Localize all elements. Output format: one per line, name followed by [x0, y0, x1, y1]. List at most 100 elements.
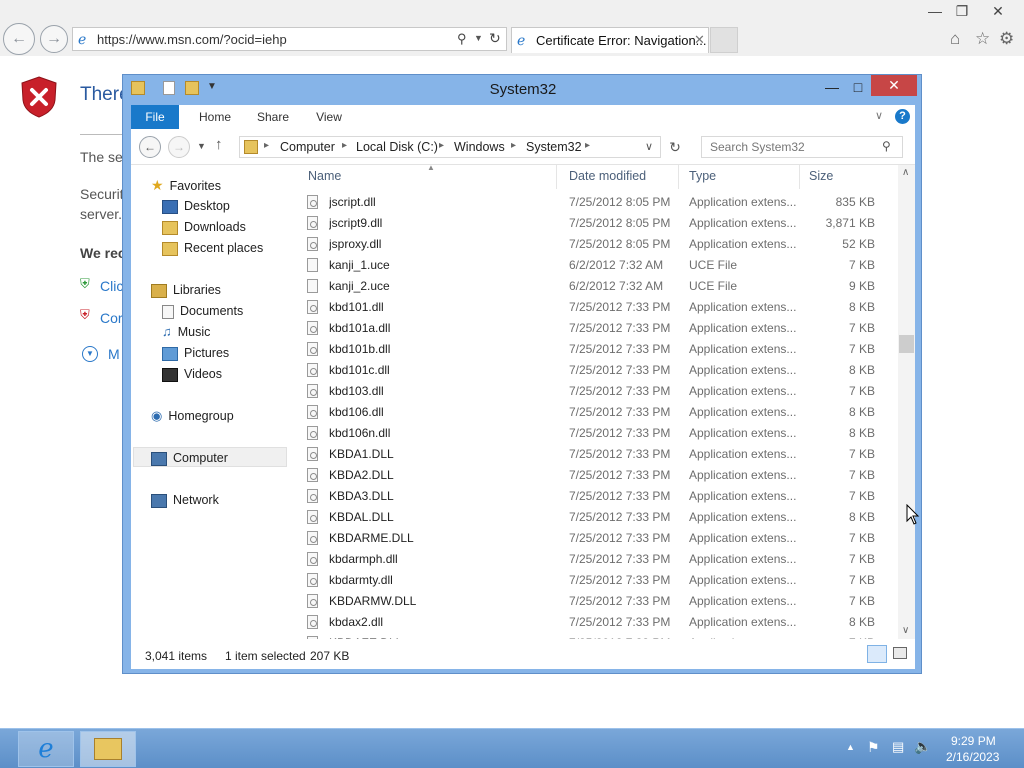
chevron-right-icon[interactable]: ▸	[342, 140, 347, 151]
table-row[interactable]: jsproxy.dll 7/25/2012 8:05 PM Application …	[303, 234, 898, 255]
nav-network[interactable]: Network	[151, 490, 219, 510]
breadcrumb-computer[interactable]: Computer	[280, 140, 335, 154]
table-row[interactable]: KBDA3.DLL 7/25/2012 7:33 PM Application ex…	[303, 486, 898, 507]
table-row[interactable]: jscript9.dll 7/25/2012 8:05 PM Application…	[303, 213, 898, 234]
nav-homegroup[interactable]: ◉ Homegroup	[151, 406, 234, 426]
column-header-size[interactable]: Size	[809, 169, 833, 187]
browser-tab[interactable]: ℯ Certificate Error: Navigation... ✕	[511, 27, 709, 53]
table-row[interactable]: kanji_1.uce 6/2/2012 7:32 AM UCE File 7 KB	[303, 255, 898, 276]
breadcrumb-system32[interactable]: System32	[526, 140, 582, 154]
more-info-link[interactable]: M	[108, 346, 120, 362]
show-hidden-icons-icon[interactable]: ▲	[846, 742, 855, 752]
table-row[interactable]: KBDA2.DLL 7/25/2012 7:33 PM Application ex…	[303, 465, 898, 486]
nav-computer[interactable]: Computer	[133, 447, 287, 467]
column-header-type[interactable]: Type	[689, 169, 716, 187]
refresh-icon[interactable]: ↻	[489, 30, 501, 47]
nav-documents[interactable]: Documents	[162, 301, 243, 321]
table-row[interactable]: kbd103.dll 7/25/2012 7:33 PM Application e…	[303, 381, 898, 402]
nav-videos[interactable]: Videos	[162, 364, 222, 384]
table-row[interactable]: kbd101c.dll 7/25/2012 7:33 PM Application …	[303, 360, 898, 381]
search-icon[interactable]: ⚲	[457, 31, 467, 47]
minimize-button[interactable]: —	[920, 0, 950, 22]
up-arrow-icon[interactable]: ↑	[215, 136, 223, 153]
home-icon[interactable]: ⌂	[950, 29, 960, 49]
expand-circle-icon[interactable]: ▼	[82, 346, 98, 362]
address-bar[interactable]: ℯ https://www.msn.com/?ocid=iehp ⚲ ▼ ↻	[72, 27, 507, 51]
nav-favorites[interactable]: ★ Favorites	[151, 175, 221, 195]
table-row[interactable]: kbd101a.dll 7/25/2012 7:33 PM Application …	[303, 318, 898, 339]
nav-label: Videos	[184, 367, 222, 381]
close-tab-icon[interactable]: ✕	[694, 32, 705, 48]
column-header-date[interactable]: Date modified	[569, 169, 646, 187]
scroll-down-icon[interactable]: ∨	[902, 625, 909, 636]
table-row[interactable]: KBDARME.DLL 7/25/2012 7:33 PM Application …	[303, 528, 898, 549]
table-row[interactable]: kbdarmph.dll 7/25/2012 7:33 PM Application…	[303, 549, 898, 570]
large-icons-view-icon[interactable]	[893, 647, 907, 659]
explorer-back-button[interactable]: ←	[139, 136, 161, 158]
explorer-forward-button[interactable]: →	[168, 136, 190, 158]
clock-time[interactable]: 9:29 PM	[951, 734, 996, 748]
clock-date[interactable]: 2/16/2023	[946, 750, 999, 764]
chevron-right-icon[interactable]: ▸	[585, 140, 590, 151]
scroll-up-icon[interactable]: ∧	[902, 167, 909, 178]
scrollbar-thumb[interactable]	[899, 335, 914, 353]
breadcrumb-local-disk[interactable]: Local Disk (C:)	[356, 140, 438, 154]
network-icon	[151, 493, 167, 508]
chevron-right-icon[interactable]: ▸	[439, 140, 444, 151]
continue-link[interactable]: Clic	[100, 278, 123, 294]
help-icon[interactable]: ?	[895, 109, 910, 124]
refresh-icon[interactable]: ↻	[664, 136, 686, 158]
nav-pictures[interactable]: Pictures	[162, 343, 229, 363]
explorer-close-button[interactable]: ✕	[871, 75, 917, 96]
volume-muted-icon[interactable]: 🔈	[914, 738, 931, 755]
network-tray-icon[interactable]: ▤	[892, 739, 904, 755]
table-row[interactable]: kbdarmty.dll 7/25/2012 7:33 PM Application…	[303, 570, 898, 591]
chevron-right-icon[interactable]: ▸	[264, 140, 269, 151]
ribbon-expand-icon[interactable]: ∨	[875, 109, 883, 122]
restore-button[interactable]: ❐	[948, 0, 976, 22]
nav-desktop[interactable]: Desktop	[162, 196, 230, 216]
breadcrumb-windows[interactable]: Windows	[454, 140, 505, 154]
close-button[interactable]: ✕	[976, 0, 1020, 22]
nav-recent-places[interactable]: Recent places	[162, 238, 263, 258]
new-tab-button[interactable]	[710, 27, 738, 53]
explorer-maximize-button[interactable]: □	[845, 77, 871, 97]
table-row[interactable]: kbd106.dll 7/25/2012 7:33 PM Application e…	[303, 402, 898, 423]
tab-file[interactable]: File	[131, 105, 179, 129]
table-row[interactable]: kbdax2.dll 7/25/2012 7:33 PM Application e…	[303, 612, 898, 633]
forward-button[interactable]: →	[40, 25, 68, 53]
nav-downloads[interactable]: Downloads	[162, 217, 246, 237]
close-page-link[interactable]: Cor	[100, 310, 123, 326]
table-row[interactable]: kbd101.dll 7/25/2012 7:33 PM Application e…	[303, 297, 898, 318]
chevron-right-icon[interactable]: ▸	[511, 140, 516, 151]
taskbar-explorer-button[interactable]	[80, 731, 136, 767]
taskbar-ie-button[interactable]: e	[18, 731, 74, 767]
tab-view[interactable]: View	[303, 105, 355, 129]
table-row[interactable]: KBDA1.DLL 7/25/2012 7:33 PM Application ex…	[303, 444, 898, 465]
search-icon[interactable]: ⚲	[882, 139, 891, 153]
tab-home[interactable]: Home	[189, 105, 241, 129]
table-row[interactable]: KBDARMW.DLL 7/25/2012 7:33 PM Application …	[303, 591, 898, 612]
tab-share[interactable]: Share	[247, 105, 299, 129]
nav-music[interactable]: ♫ Music	[162, 322, 210, 342]
favorites-star-icon[interactable]: ☆	[975, 29, 990, 49]
table-row[interactable]: kbd101b.dll 7/25/2012 7:33 PM Application …	[303, 339, 898, 360]
table-row[interactable]: jscript.dll 7/25/2012 8:05 PM Application …	[303, 192, 898, 213]
recent-locations-icon[interactable]: ▼	[197, 141, 206, 151]
details-view-icon[interactable]	[867, 645, 887, 663]
dropdown-icon[interactable]: ▼	[474, 33, 483, 43]
explorer-minimize-button[interactable]: —	[819, 77, 845, 97]
breadcrumb[interactable]: ▸ Computer ▸ Local Disk (C:) ▸ Windows ▸…	[239, 136, 661, 158]
gear-icon[interactable]: ⚙	[999, 29, 1014, 49]
chevron-down-icon[interactable]: ∨	[645, 140, 653, 153]
column-header-name[interactable]: Name	[308, 169, 341, 187]
nav-libraries[interactable]: Libraries	[151, 280, 221, 300]
table-row[interactable]: kanji_2.uce 6/2/2012 7:32 AM UCE File 9 KB	[303, 276, 898, 297]
vertical-scrollbar[interactable]: ∧ ∨	[898, 165, 915, 639]
search-input[interactable]: Search System32 ⚲	[701, 136, 903, 158]
table-row[interactable]: kbd106n.dll 7/25/2012 7:33 PM Application …	[303, 423, 898, 444]
back-button[interactable]: ←	[3, 23, 35, 55]
explorer-titlebar[interactable]: ▼ System32 — □ ✕	[123, 75, 923, 103]
table-row[interactable]: KBDAL.DLL 7/25/2012 7:33 PM Application ex…	[303, 507, 898, 528]
action-center-flag-icon[interactable]: ⚑	[867, 739, 880, 756]
